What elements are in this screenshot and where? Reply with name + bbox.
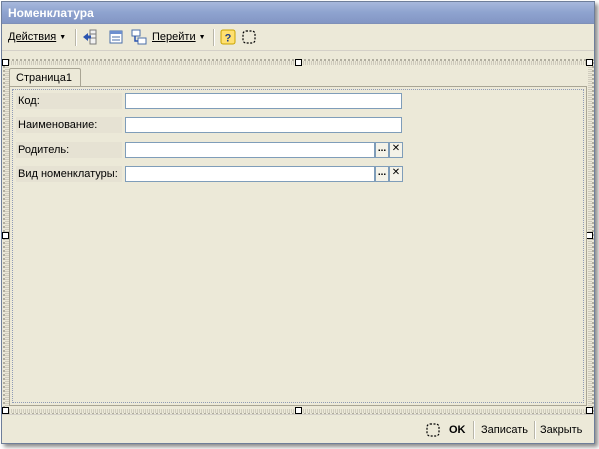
- name-input[interactable]: [125, 117, 402, 133]
- resize-handle[interactable]: [295, 59, 302, 66]
- item-type-input[interactable]: [125, 166, 375, 182]
- svg-text:?: ?: [225, 33, 232, 45]
- tab-panel-inner: [12, 89, 584, 403]
- item-type-label: Вид номенклатуры:: [16, 166, 122, 182]
- list-icon[interactable]: [108, 29, 124, 45]
- help-icon[interactable]: ?: [220, 29, 236, 45]
- resize-handle[interactable]: [2, 232, 9, 239]
- actions-menu[interactable]: Действия ▼: [8, 29, 66, 45]
- frame-select-icon[interactable]: [425, 422, 441, 438]
- chevron-down-icon: ▼: [59, 33, 67, 41]
- name-label: Наименование:: [16, 117, 122, 133]
- bottom-separator: [473, 421, 475, 439]
- tab-panel: [9, 86, 587, 406]
- bottom-separator: [534, 421, 536, 439]
- code-input[interactable]: [125, 93, 402, 109]
- parent-input[interactable]: [125, 142, 375, 158]
- parent-clear-button[interactable]: ✕: [389, 142, 403, 158]
- toolbar-separator: [75, 29, 77, 46]
- item-type-clear-button[interactable]: ✕: [389, 166, 403, 182]
- form-window: Номенклатура Действия ▼ Перейти ▼ ? Стра…: [1, 1, 595, 444]
- insert-row-icon[interactable]: [82, 29, 98, 45]
- tab-page1[interactable]: Страница1: [9, 68, 81, 86]
- resize-handle[interactable]: [2, 407, 9, 414]
- resize-handle[interactable]: [586, 407, 593, 414]
- bottom-bar: OK Записать Закрыть: [2, 414, 594, 443]
- toolbar: Действия ▼ Перейти ▼ ?: [2, 24, 594, 51]
- toolbar-separator: [213, 29, 215, 46]
- resize-handle[interactable]: [295, 407, 302, 414]
- title-bar[interactable]: Номенклатура: [2, 2, 594, 24]
- window-title: Номенклатура: [8, 6, 94, 20]
- resize-handle[interactable]: [2, 59, 9, 66]
- parent-label: Родитель:: [16, 142, 122, 158]
- ok-button[interactable]: OK: [449, 421, 466, 439]
- chevron-down-icon: ▼: [198, 33, 206, 41]
- parent-select-button[interactable]: ...: [375, 142, 389, 158]
- resize-handle[interactable]: [586, 59, 593, 66]
- code-label: Код:: [16, 93, 122, 109]
- item-type-select-button[interactable]: ...: [375, 166, 389, 182]
- actions-menu-label: Действия: [8, 31, 57, 43]
- goto-menu-label: Перейти: [152, 31, 196, 43]
- table-structure-icon[interactable]: [131, 29, 147, 45]
- save-button[interactable]: Записать: [481, 421, 528, 439]
- resize-handle[interactable]: [586, 232, 593, 239]
- close-button[interactable]: Закрыть: [540, 421, 582, 439]
- goto-menu[interactable]: Перейти ▼: [152, 29, 206, 45]
- frame-select-icon[interactable]: [241, 29, 257, 45]
